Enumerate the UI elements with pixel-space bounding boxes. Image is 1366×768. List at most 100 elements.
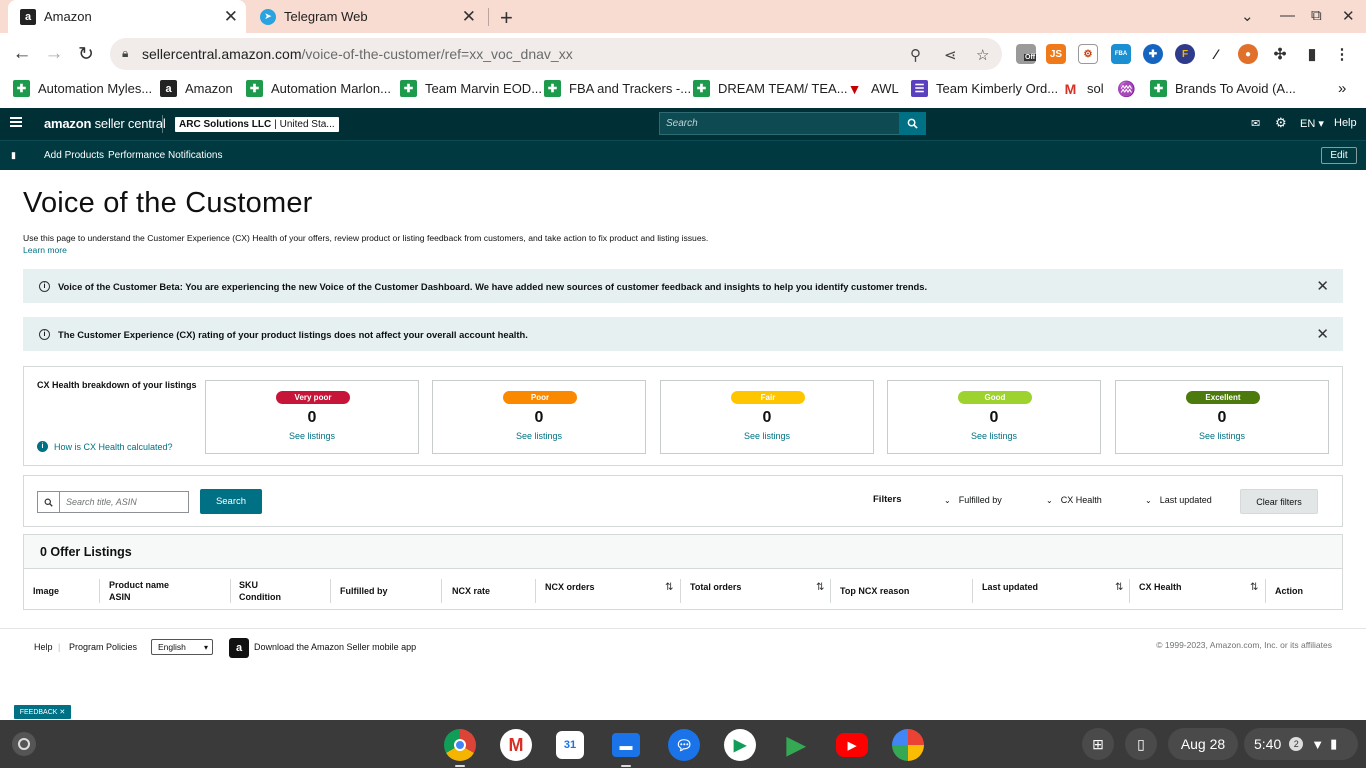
bookmark-item[interactable]: a Amazon <box>160 80 233 97</box>
cx-health-calculation-link[interactable]: i How is CX Health calculated? <box>37 441 173 452</box>
status-tray[interactable]: 5:40 2 ▼ ▮ <box>1244 728 1358 760</box>
chrome-icon[interactable] <box>444 729 476 761</box>
mail-icon[interactable]: ✉ <box>1251 117 1260 130</box>
amazon-app-icon[interactable]: a <box>229 638 249 658</box>
photos-icon[interactable] <box>892 729 924 761</box>
gmail-icon[interactable]: M <box>500 729 532 761</box>
side-panel-icon[interactable]: ▮ <box>1302 44 1322 64</box>
forward-arrow-icon[interactable]: → <box>42 42 66 66</box>
seller-central-logo[interactable]: amazon seller central <box>44 116 166 131</box>
share-icon[interactable]: ⋖ <box>944 46 957 64</box>
tab-amazon[interactable]: a Amazon ✕ <box>8 0 246 33</box>
tab-telegram[interactable]: ➤ Telegram Web ✕ <box>256 0 484 33</box>
settings-gear-icon[interactable]: ⚙ <box>1275 115 1287 131</box>
bookmark-item[interactable]: Msol <box>1062 80 1104 97</box>
play-store-icon[interactable]: ▶ <box>780 729 812 761</box>
bookmark-item[interactable]: ♒ <box>1117 80 1143 98</box>
reload-icon[interactable]: ↻ <box>74 42 98 66</box>
extension-circle-icon[interactable]: ● <box>1238 44 1258 64</box>
tab-search-chevron-icon[interactable]: ⌄ <box>1241 7 1254 25</box>
bookmark-icon[interactable]: ▮ <box>11 150 16 161</box>
close-alert-icon[interactable]: ✕ <box>1316 277 1329 295</box>
new-tab-plus-icon[interactable]: + <box>500 5 513 31</box>
address-bar[interactable]: 🔒︎ sellercentral.amazon.com/voice-of-the… <box>110 38 1002 70</box>
bookmark-item[interactable]: ☰ Team Kimberly Ord... <box>911 80 1058 97</box>
bookmark-star-icon[interactable]: ☆ <box>976 46 989 64</box>
fulfilled-by-dropdown[interactable]: ⌄ Fulfilled by <box>944 495 1002 505</box>
header-search-button[interactable] <box>899 112 926 135</box>
messages-icon[interactable]: 💬︎ <box>668 729 700 761</box>
extensions-puzzle-icon[interactable]: ✣ <box>1270 44 1290 64</box>
bookmarks-overflow-icon[interactable]: » <box>1338 80 1346 97</box>
extension-pen-icon[interactable]: ⁄ <box>1206 44 1226 64</box>
column-last-updated[interactable]: Last updated <box>982 581 1038 593</box>
last-updated-dropdown[interactable]: ⌄ Last updated <box>1145 495 1212 505</box>
extension-helium-icon[interactable]: ✚ <box>1143 44 1163 64</box>
extension-f-icon[interactable]: F <box>1175 44 1195 64</box>
help-link[interactable]: Help <box>1334 117 1357 129</box>
sheets-icon: ✚ <box>13 80 30 97</box>
footer-help-link[interactable]: Help <box>34 642 53 652</box>
extension-fba-icon[interactable]: FBA <box>1111 44 1131 64</box>
phone-hub-icon[interactable]: ▯ <box>1125 728 1157 760</box>
back-arrow-icon[interactable]: ← <box>10 42 34 66</box>
restore-icon[interactable]: ⧉ <box>1311 7 1322 24</box>
close-tab-icon[interactable]: ✕ <box>462 7 476 27</box>
bookmark-item[interactable]: ▼ AWL <box>846 80 899 97</box>
launcher-icon[interactable] <box>12 732 36 756</box>
language-selector[interactable]: EN ▾ <box>1300 117 1324 130</box>
close-window-icon[interactable]: ✕ <box>1342 7 1355 25</box>
header-search-input[interactable]: Search <box>659 112 900 135</box>
clear-filters-button[interactable]: Clear filters <box>1240 489 1318 514</box>
column-ncx-orders[interactable]: NCX orders <box>545 581 595 593</box>
files-icon[interactable]: ▬ <box>612 733 640 757</box>
cx-health-dropdown[interactable]: ⌄ CX Health <box>1046 495 1102 505</box>
footer-program-policies-link[interactable]: Program Policies <box>69 642 137 652</box>
more-menu-icon[interactable]: ⋮ <box>1332 44 1352 64</box>
youtube-icon[interactable]: ▶ <box>836 733 868 757</box>
see-listings-link[interactable]: See listings <box>206 431 418 441</box>
date-tray[interactable]: Aug 28 <box>1168 728 1238 760</box>
close-tab-icon[interactable]: ✕ <box>224 7 238 27</box>
extension-keepa-icon[interactable]: ⚙ <box>1078 44 1098 64</box>
see-listings-link[interactable]: See listings <box>433 431 645 441</box>
column-total-orders[interactable]: Total orders <box>690 581 741 593</box>
column-divider <box>330 579 331 603</box>
listing-search-input[interactable]: Search title, ASIN <box>37 491 189 513</box>
bookmark-item[interactable]: ✚ Automation Marlon... <box>246 80 391 97</box>
subnav-add-products[interactable]: Add Products <box>44 150 104 161</box>
bookmark-item[interactable]: ✚ FBA and Trackers -... <box>544 80 691 97</box>
sort-icon[interactable]: ⇅ <box>1250 582 1258 593</box>
edit-button[interactable]: Edit <box>1321 147 1357 164</box>
account-switcher[interactable]: ARC Solutions LLC | United Sta... <box>175 117 339 132</box>
footer-language-select[interactable]: English ▾ <box>151 639 213 655</box>
sort-icon[interactable]: ⇅ <box>665 582 673 593</box>
hamburger-menu-icon[interactable] <box>10 117 22 127</box>
extension-js-icon[interactable]: JS <box>1046 44 1066 64</box>
minimize-icon[interactable]: — <box>1280 7 1295 24</box>
sort-icon[interactable]: ⇅ <box>1115 582 1123 593</box>
see-listings-link[interactable]: See listings <box>1116 431 1328 441</box>
download-app-link[interactable]: Download the Amazon Seller mobile app <box>254 642 416 652</box>
extension-off-icon[interactable]: Off <box>1016 44 1037 64</box>
learn-more-link[interactable]: Learn more <box>23 245 67 255</box>
holding-space-icon[interactable]: ⊞ <box>1082 728 1114 760</box>
bookmark-item[interactable]: ✚ Automation Myles... <box>13 80 152 97</box>
column-cx-health[interactable]: CX Health <box>1139 581 1182 593</box>
see-listings-link[interactable]: See listings <box>888 431 1100 441</box>
listing-count: 0 <box>307 409 317 426</box>
meet-icon[interactable]: ▶ <box>724 729 756 761</box>
feedback-tab[interactable]: FEEDBACK ✕ <box>14 705 71 719</box>
bookmark-item[interactable]: ✚ DREAM TEAM/ TEA... <box>693 80 848 97</box>
calendar-icon[interactable]: 31 <box>556 731 584 759</box>
search-button[interactable]: Search <box>200 489 262 514</box>
zoom-icon[interactable]: ⚲ <box>910 46 921 64</box>
beta-alert: i Voice of the Customer Beta: You are ex… <box>23 269 1343 303</box>
bookmark-item[interactable]: ✚ Team Marvin EOD... <box>400 80 542 97</box>
see-listings-link[interactable]: See listings <box>661 431 873 441</box>
sort-icon[interactable]: ⇅ <box>816 582 824 593</box>
close-alert-icon[interactable]: ✕ <box>1316 325 1329 343</box>
subnav-performance-notifications[interactable]: Performance Notifications <box>108 150 223 161</box>
gmail-icon: M <box>1064 80 1077 97</box>
bookmark-item[interactable]: ✚ Brands To Avoid (A... <box>1150 80 1296 97</box>
